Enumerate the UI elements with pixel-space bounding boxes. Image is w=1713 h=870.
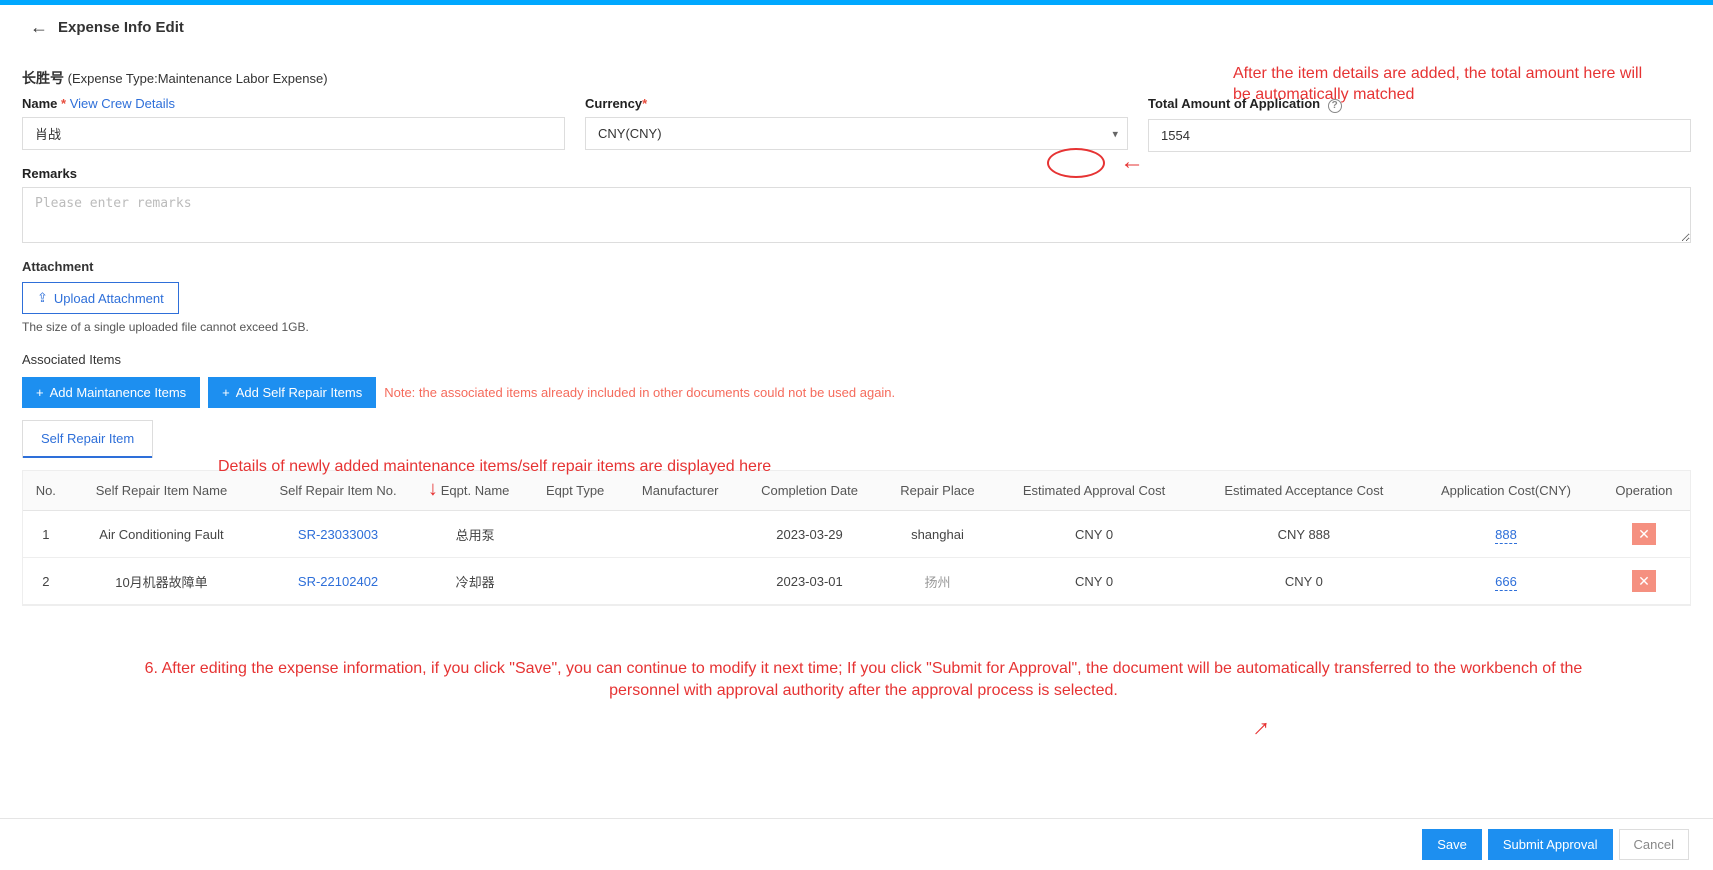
col-no: No. xyxy=(23,471,69,511)
total-input[interactable] xyxy=(1148,119,1691,152)
cell-name: Air Conditioning Fault xyxy=(69,511,255,558)
page-header: ← Expense Info Edit xyxy=(0,5,1713,50)
add-buttons-row: + Add Maintanence Items + Add Self Repai… xyxy=(22,377,1691,408)
cell-estacc: CNY 0 xyxy=(1194,558,1414,605)
cell-appcost[interactable]: 666 xyxy=(1414,558,1598,605)
col-place: Repair Place xyxy=(881,471,995,511)
add-maintenance-button[interactable]: + Add Maintanence Items xyxy=(22,377,200,408)
delete-row-button[interactable]: ✕ xyxy=(1632,570,1656,592)
table-row: 1Air Conditioning FaultSR-23033003总用泵 202… xyxy=(23,511,1690,558)
save-button[interactable]: Save xyxy=(1422,829,1482,860)
annotation-total: After the item details are added, the to… xyxy=(1233,64,1653,106)
cell-mfr xyxy=(622,558,739,605)
annotation-footer: 6. After editing the expense information… xyxy=(134,658,1593,703)
add-self-repair-button[interactable]: + Add Self Repair Items xyxy=(208,377,376,408)
tab-self-repair[interactable]: Self Repair Item xyxy=(23,421,152,458)
currency-select[interactable]: CNY(CNY) xyxy=(585,117,1128,150)
cell-mfr xyxy=(622,511,739,558)
form-row-2: Remarks xyxy=(22,166,1691,243)
associated-items-heading: Associated Items xyxy=(22,352,1691,367)
items-table-wrap: No. Self Repair Item Name Self Repair It… xyxy=(22,470,1691,606)
required-mark: * xyxy=(61,96,66,111)
tab-bar: Self Repair Item xyxy=(22,420,153,458)
cell-compdate: 2023-03-01 xyxy=(738,558,880,605)
entity-subtitle: (Expense Type:Maintenance Labor Expense) xyxy=(68,71,328,86)
name-label: Name * View Crew Details xyxy=(22,96,565,111)
cell-eqpt: 冷却器 xyxy=(422,558,529,605)
col-name: Self Repair Item Name xyxy=(69,471,255,511)
col-eqpt: Eqpt. Name xyxy=(422,471,529,511)
assoc-note: Note: the associated items already inclu… xyxy=(384,385,895,400)
cell-estacc: CNY 888 xyxy=(1194,511,1414,558)
plus-icon: + xyxy=(36,385,44,400)
items-table: No. Self Repair Item Name Self Repair It… xyxy=(23,471,1690,605)
cell-itemno[interactable]: SR-23033003 xyxy=(254,511,422,558)
upload-hint: The size of a single uploaded file canno… xyxy=(22,320,1691,334)
cell-appcost[interactable]: 888 xyxy=(1414,511,1598,558)
entity-name: 长胜号 xyxy=(22,70,64,86)
cell-compdate: 2023-03-29 xyxy=(738,511,880,558)
view-crew-link[interactable]: View Crew Details xyxy=(70,96,175,111)
cell-no: 1 xyxy=(23,511,69,558)
content-area: 长胜号 (Expense Type:Maintenance Labor Expe… xyxy=(0,50,1713,746)
submit-approval-button[interactable]: Submit Approval xyxy=(1488,829,1613,860)
currency-select-wrap: CNY(CNY) xyxy=(585,117,1128,150)
cell-estapp: CNY 0 xyxy=(994,511,1193,558)
name-field-group: Name * View Crew Details xyxy=(22,96,565,152)
col-eqpttype: Eqpt Type xyxy=(528,471,622,511)
cell-eqpt: 总用泵 xyxy=(422,511,529,558)
cell-eqpttype xyxy=(528,558,622,605)
cell-op: ✕ xyxy=(1598,558,1690,605)
upload-attachment-button[interactable]: ⇪ Upload Attachment xyxy=(22,282,179,314)
cell-place: 扬州 xyxy=(881,558,995,605)
plus-icon: + xyxy=(222,385,230,400)
cell-eqpttype xyxy=(528,511,622,558)
page-title: Expense Info Edit xyxy=(58,19,184,36)
cell-name: 10月机器故障单 xyxy=(69,558,255,605)
cell-no: 2 xyxy=(23,558,69,605)
col-compdate: Completion Date xyxy=(738,471,880,511)
delete-row-button[interactable]: ✕ xyxy=(1632,523,1656,545)
col-estacc: Estimated Acceptance Cost xyxy=(1194,471,1414,511)
name-input[interactable] xyxy=(22,117,565,150)
back-arrow-icon[interactable]: ← xyxy=(30,17,48,38)
table-header-row: No. Self Repair Item Name Self Repair It… xyxy=(23,471,1690,511)
col-itemno: Self Repair Item No. xyxy=(254,471,422,511)
col-estapp: Estimated Approval Cost xyxy=(994,471,1193,511)
table-row: 210月机器故障单SR-22102402冷却器2023-03-01扬州CNY 0… xyxy=(23,558,1690,605)
remarks-textarea[interactable] xyxy=(22,187,1691,243)
col-op: Operation xyxy=(1598,471,1690,511)
upload-icon: ⇪ xyxy=(37,290,48,306)
remarks-field-group: Remarks xyxy=(22,166,1691,243)
annotation-items: Details of newly added maintenance items… xyxy=(218,458,771,476)
cell-estapp: CNY 0 xyxy=(994,558,1193,605)
currency-field-group: Currency* CNY(CNY) xyxy=(585,96,1128,152)
cell-op: ✕ xyxy=(1598,511,1690,558)
attachment-heading: Attachment xyxy=(22,259,1691,274)
cell-place: shanghai xyxy=(881,511,995,558)
remarks-label: Remarks xyxy=(22,166,1691,181)
cancel-button[interactable]: Cancel xyxy=(1619,829,1689,860)
cell-itemno[interactable]: SR-22102402 xyxy=(254,558,422,605)
attachment-section: Attachment ⇪ Upload Attachment The size … xyxy=(22,259,1691,334)
col-mfr: Manufacturer xyxy=(622,471,739,511)
footer-bar: Save Submit Approval Cancel xyxy=(0,818,1713,870)
col-appcost: Application Cost(CNY) xyxy=(1414,471,1598,511)
currency-label: Currency* xyxy=(585,96,1128,111)
